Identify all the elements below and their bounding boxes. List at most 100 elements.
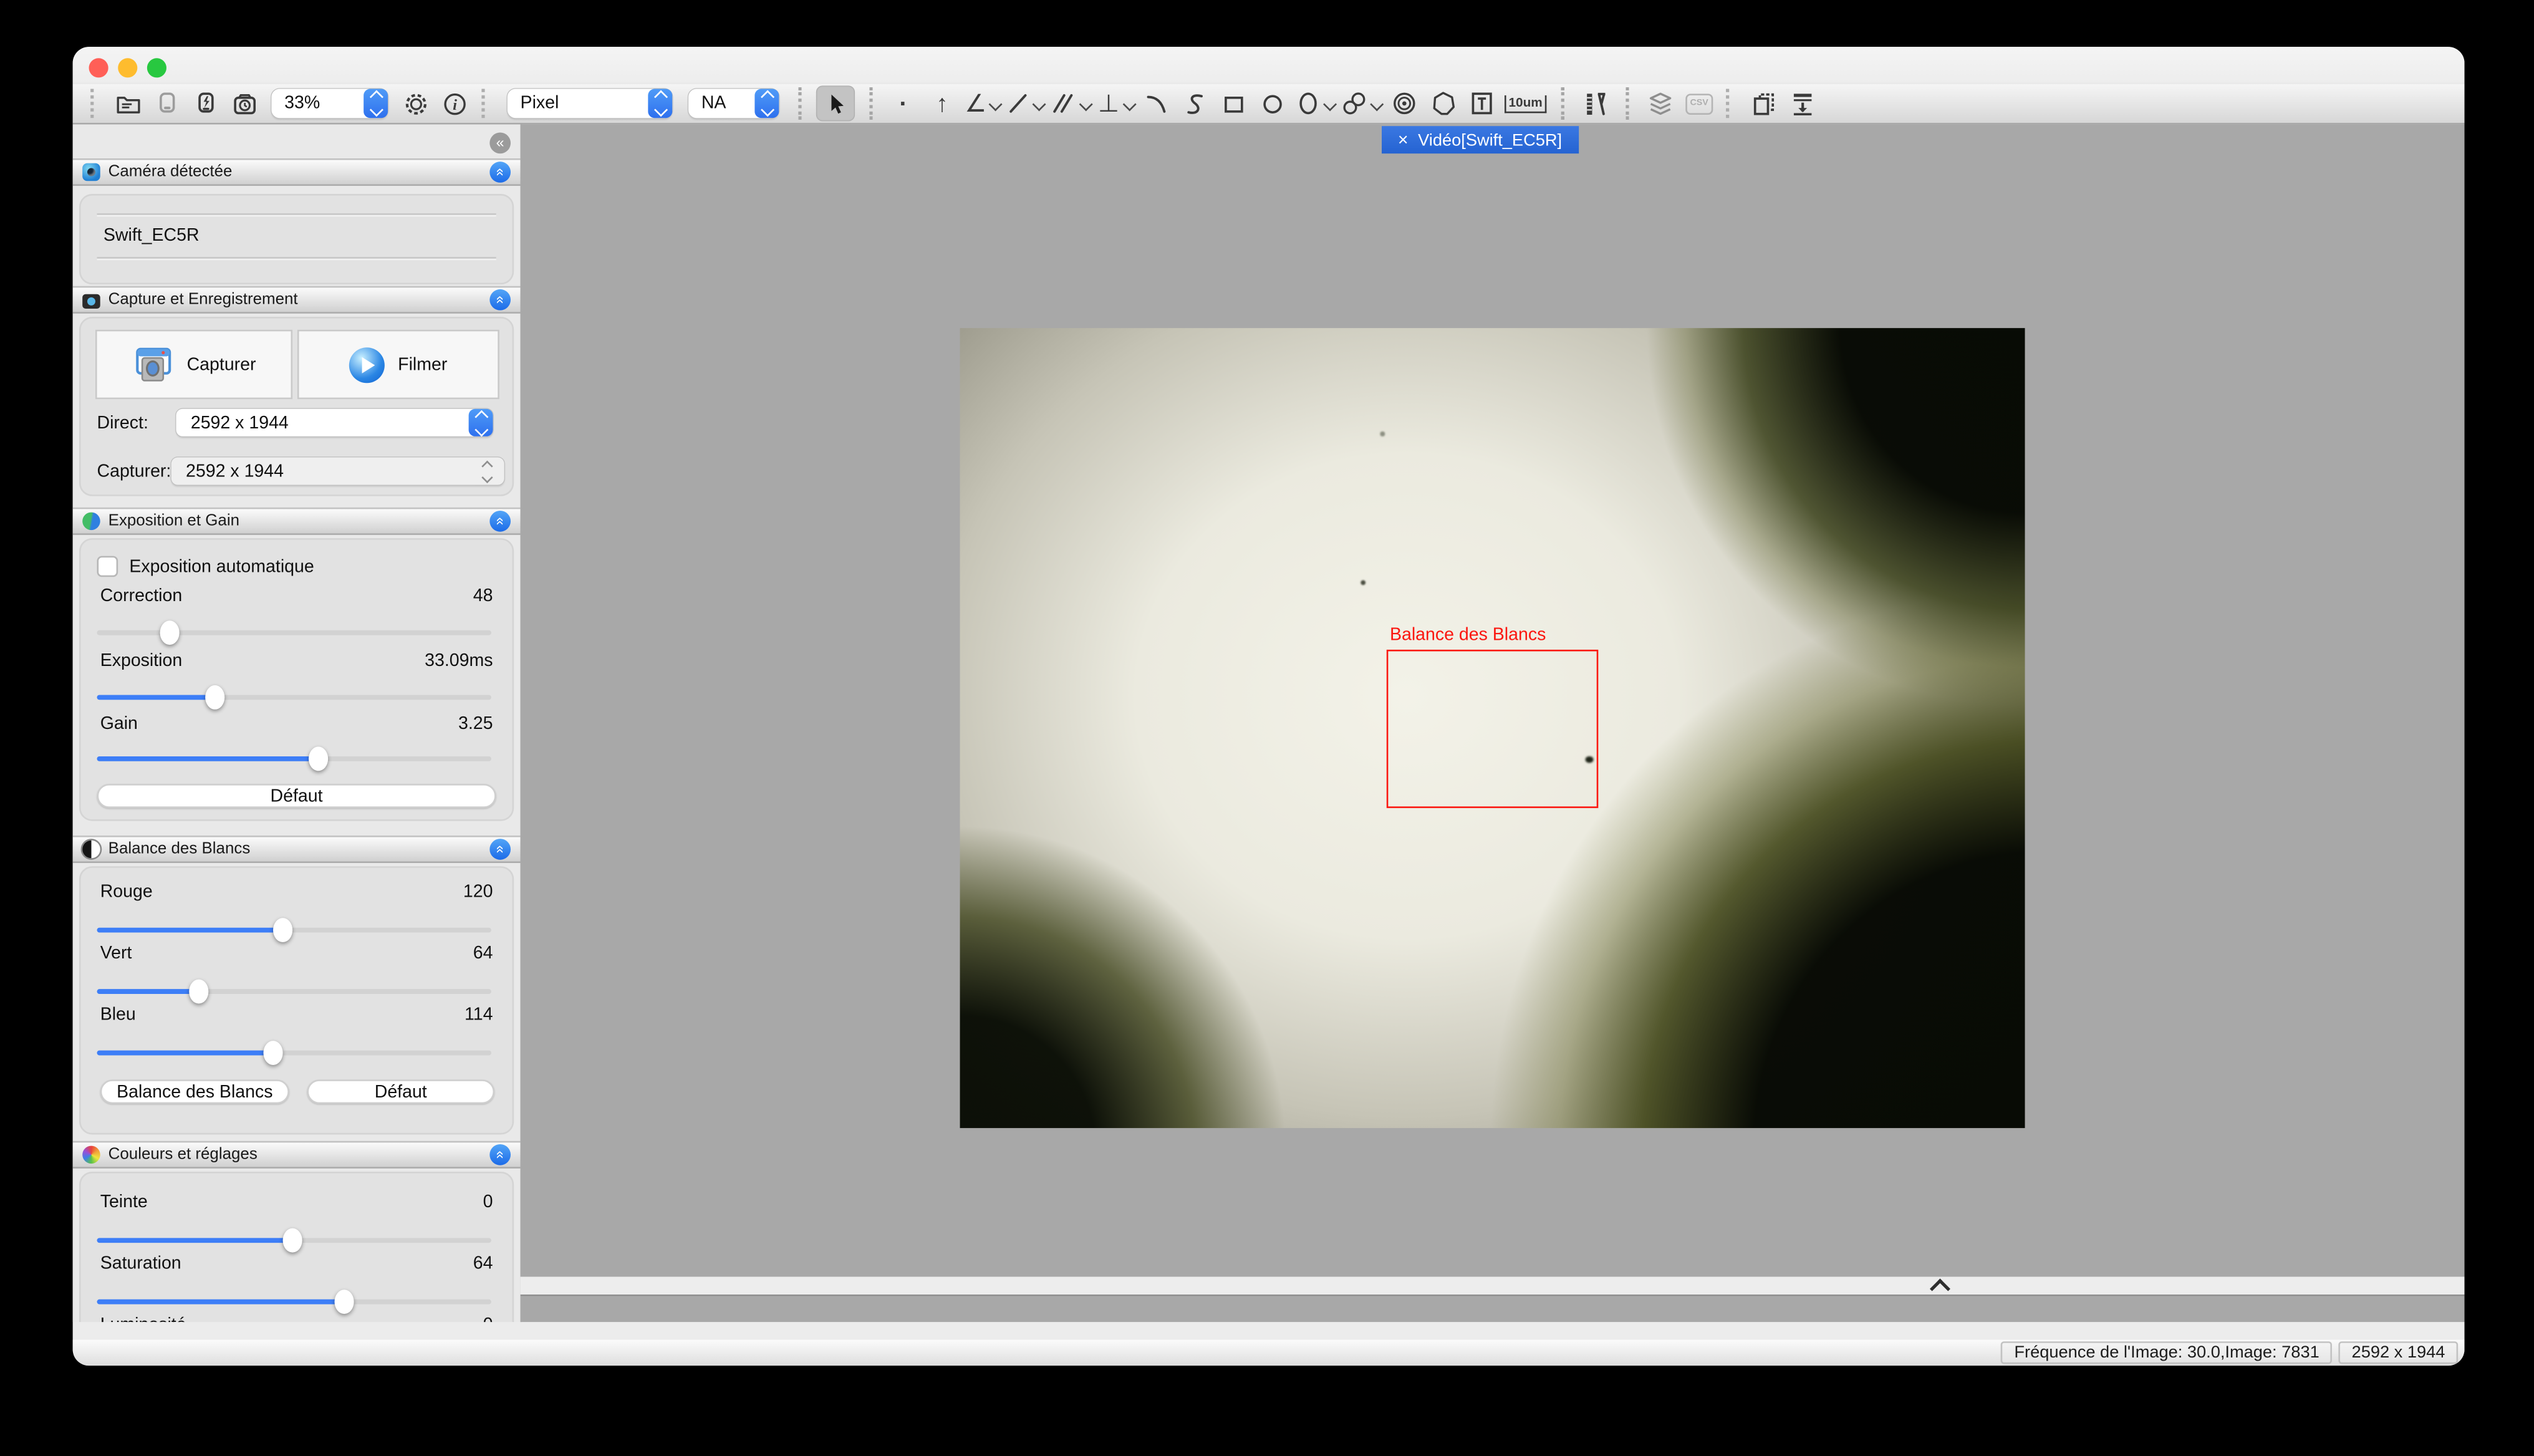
point-tool-button[interactable]: ·	[887, 85, 920, 121]
copy-icon	[1750, 90, 1778, 117]
info-button[interactable]: i	[438, 85, 470, 121]
camera-flash-icon	[191, 90, 219, 117]
line-tool-button[interactable]	[1008, 85, 1045, 121]
collapse-section-button[interactable]: «	[489, 289, 511, 311]
specimen-speck	[1361, 580, 1366, 585]
video-camera-icon	[153, 90, 180, 117]
slider-label: Rouge	[100, 882, 153, 902]
angle-tool-button[interactable]: ∠	[965, 85, 1001, 121]
section-header-exposure[interactable]: Exposition et Gain «	[73, 508, 521, 535]
video-source-button[interactable]	[150, 85, 183, 121]
select-tool-button[interactable]	[816, 85, 855, 121]
ellipse-tool-button[interactable]	[1295, 85, 1334, 121]
wb-default-button[interactable]: Défaut	[307, 1079, 494, 1104]
camera-name[interactable]: Swift_EC5R	[104, 226, 200, 246]
camera-panel: Swift_EC5R	[79, 194, 514, 284]
resolution-cell: 2592 x 1944	[2339, 1341, 2458, 1364]
unit-select[interactable]: Pixel	[508, 89, 672, 118]
camera-icon	[82, 293, 100, 307]
correction-slider[interactable]	[97, 620, 491, 643]
gain-slider[interactable]	[97, 746, 491, 769]
video-canvas[interactable]: × Vidéo[Swift_EC5R] Balance des Blancs	[521, 125, 2465, 1323]
chevron-down-icon	[1369, 97, 1383, 111]
record-button-label: Filmer	[398, 355, 447, 374]
exposure-default-button[interactable]: Défaut	[97, 784, 496, 808]
section-header-colors[interactable]: Couleurs et réglages «	[73, 1141, 521, 1169]
settings-button[interactable]	[399, 85, 431, 121]
sidebar-collapse-button[interactable]: «	[489, 133, 511, 154]
white-balance-roi[interactable]	[1387, 650, 1599, 808]
arc-tool-button[interactable]	[1140, 85, 1173, 121]
slider-value: 0	[483, 1316, 493, 1322]
section-header-capture[interactable]: Capture et Enregistrement «	[73, 286, 521, 314]
circle-tool-button[interactable]	[1256, 85, 1289, 121]
section-header-whitebalance[interactable]: Balance des Blancs «	[73, 836, 521, 863]
duplicate-button[interactable]	[1748, 85, 1780, 121]
collapse-section-button[interactable]: «	[489, 839, 511, 860]
screen: 33% i Pixel NA · ↑	[0, 0, 2534, 1456]
minimize-window-button[interactable]	[118, 58, 137, 77]
concentric-circles-tool-button[interactable]	[1387, 85, 1420, 121]
unit-value: Pixel	[508, 94, 648, 113]
collapse-section-button[interactable]: «	[489, 162, 511, 183]
slider-label: Vert	[100, 944, 132, 963]
na-select[interactable]: NA	[688, 89, 779, 118]
zoom-select[interactable]: 33%	[271, 89, 388, 118]
collapse-section-button[interactable]: «	[489, 511, 511, 532]
slider-value: 120	[463, 882, 493, 902]
capture-timer-button[interactable]	[228, 85, 260, 121]
arrow-tool-button[interactable]: ↑	[926, 85, 958, 121]
collapse-section-button[interactable]: «	[489, 1144, 511, 1165]
toolbar-drag-handle	[481, 89, 491, 118]
measure-settings-button[interactable]	[1579, 85, 1612, 121]
colors-panel: Teinte 0 Saturation 64 Luminosité 0	[79, 1172, 514, 1322]
auto-exposure-checkbox[interactable]	[97, 556, 118, 577]
exposure-icon	[82, 513, 100, 531]
saturation-slider[interactable]	[97, 1290, 491, 1312]
close-window-button[interactable]	[89, 58, 108, 77]
polygon-tool-button[interactable]	[1426, 85, 1458, 121]
slider-label: Bleu	[100, 1005, 136, 1025]
section-header-camera[interactable]: Caméra détectée «	[73, 158, 521, 186]
record-button[interactable]: Filmer	[297, 330, 499, 399]
annulus-tool-button[interactable]	[1341, 85, 1381, 121]
capture-button[interactable]: Capturer	[95, 330, 292, 399]
curve-tool-button[interactable]	[1179, 85, 1212, 121]
hue-slider[interactable]	[97, 1228, 491, 1251]
csv-export-button[interactable]: CSV	[1683, 85, 1715, 121]
close-tab-icon[interactable]: ×	[1398, 130, 1409, 150]
slider-label: Correction	[100, 587, 183, 606]
toolbar-drag-handle	[90, 89, 100, 118]
green-slider[interactable]	[97, 980, 491, 1002]
export-button[interactable]	[1786, 85, 1819, 121]
folder-icon	[114, 90, 142, 117]
white-balance-icon	[82, 841, 100, 859]
red-slider[interactable]	[97, 918, 491, 940]
parallel-tool-button[interactable]	[1051, 85, 1092, 121]
roi-label: Balance des Blancs	[1390, 625, 1546, 645]
rectangle-tool-button[interactable]	[1218, 85, 1250, 121]
white-balance-button[interactable]: Balance des Blancs	[100, 1079, 289, 1104]
video-tab[interactable]: × Vidéo[Swift_EC5R]	[1382, 126, 1578, 153]
slider-value: 33.09ms	[425, 651, 493, 670]
bottom-panel-expander[interactable]	[521, 1277, 2465, 1296]
still-resolution-select[interactable]: 2592 x 1944	[171, 457, 504, 485]
text-tool-button[interactable]	[1465, 85, 1498, 121]
perpendicular-tool-button[interactable]: ⊥	[1098, 85, 1134, 121]
exposure-slider[interactable]	[97, 685, 491, 708]
live-video-frame[interactable]: Balance des Blancs	[960, 328, 2025, 1128]
gear-icon	[402, 90, 429, 117]
open-file-button[interactable]	[112, 85, 144, 121]
layers-button[interactable]	[1644, 85, 1677, 121]
separator	[869, 87, 872, 120]
scalebar-tool-button[interactable]: 10um	[1504, 85, 1548, 121]
separator	[798, 87, 801, 120]
slider-label: Exposition	[100, 651, 183, 670]
arc-icon	[1144, 91, 1168, 115]
capture-panel: Capturer Filmer Direct: 2592 x 1944 Capt…	[79, 317, 514, 496]
live-resolution-select[interactable]: 2592 x 1944	[176, 409, 493, 436]
blue-slider[interactable]	[97, 1041, 491, 1063]
camera-flash-button[interactable]	[189, 85, 221, 121]
rectangle-icon	[1221, 91, 1246, 115]
zoom-window-button[interactable]	[147, 58, 166, 77]
